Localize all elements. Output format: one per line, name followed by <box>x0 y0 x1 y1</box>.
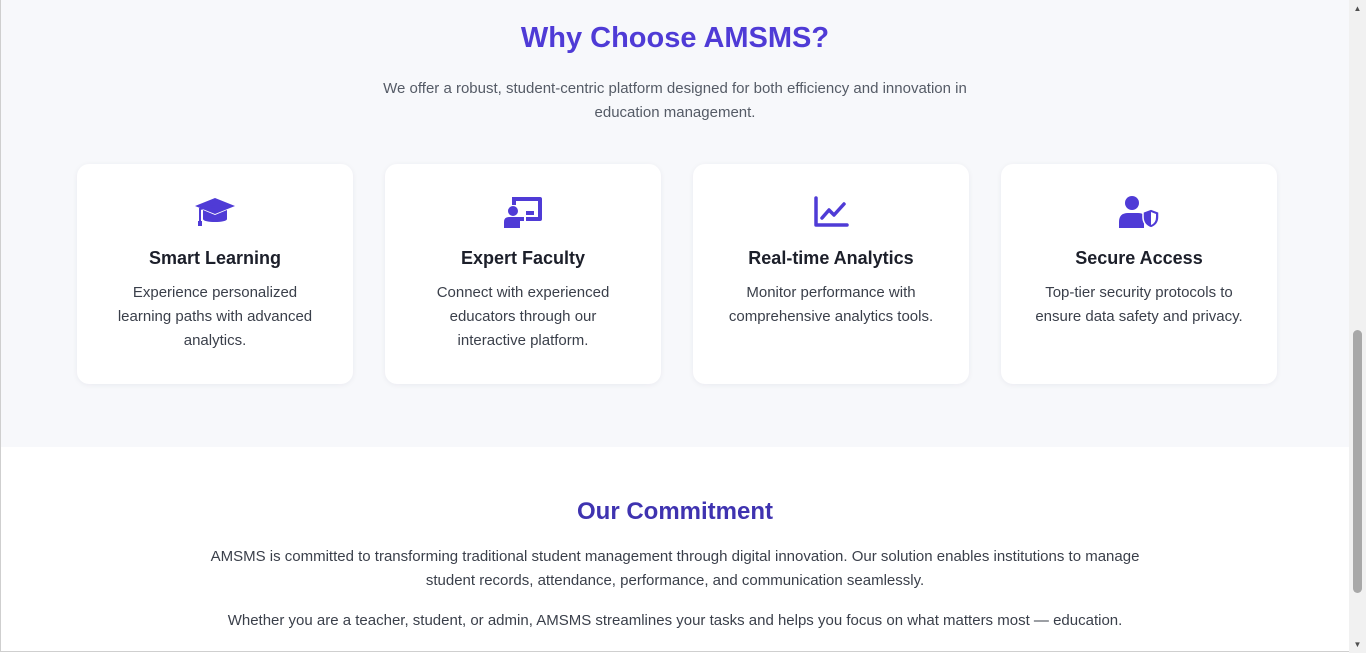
commitment-title: Our Commitment <box>576 498 773 525</box>
feature-card-description: Top-tier security protocols to ensure da… <box>1035 284 1243 325</box>
graduation-cap-icon <box>194 192 236 232</box>
scroll-up-arrow-icon[interactable]: ▲ <box>1349 0 1366 17</box>
user-shield-icon <box>1118 192 1160 232</box>
chalkboard-teacher-icon <box>502 192 544 232</box>
feature-card-realtime-analytics: Real-time Analytics Monitor performance … <box>693 164 969 384</box>
feature-card-title: Expert Faculty <box>460 248 586 268</box>
feature-card-description: Monitor performance with comprehensive a… <box>728 284 934 325</box>
feature-card-title: Secure Access <box>1075 248 1203 268</box>
feature-card-smart-learning: Smart Learning Experience personalized l… <box>77 164 353 384</box>
vertical-scrollbar[interactable]: ▲ ▼ <box>1349 0 1366 653</box>
why-choose-subtitle: We offer a robust, student-centric platf… <box>383 80 967 121</box>
commitment-paragraph-2: Whether you are a teacher, student, or a… <box>227 612 1123 629</box>
feature-card-description: Experience personalized learning paths w… <box>117 284 313 349</box>
feature-card-secure-access: Secure Access Top-tier security protocol… <box>1001 164 1277 384</box>
chart-line-icon <box>810 192 852 232</box>
commitment-paragraph-1: AMSMS is committed to transforming tradi… <box>210 548 1140 589</box>
feature-card-description: Connect with experienced educators throu… <box>436 284 610 349</box>
feature-card-expert-faculty: Expert Faculty Connect with experienced … <box>385 164 661 384</box>
scroll-down-arrow-icon[interactable]: ▼ <box>1349 636 1366 653</box>
why-choose-title: Why Choose AMSMS? <box>520 22 830 54</box>
feature-card-title: Smart Learning <box>148 248 282 268</box>
page-viewport: Why Choose AMSMS? We offer a robust, stu… <box>0 0 1350 652</box>
feature-card-title: Real-time Analytics <box>748 248 914 268</box>
why-choose-section: Why Choose AMSMS? We offer a robust, stu… <box>1 0 1349 447</box>
scrollbar-thumb[interactable] <box>1353 330 1362 593</box>
